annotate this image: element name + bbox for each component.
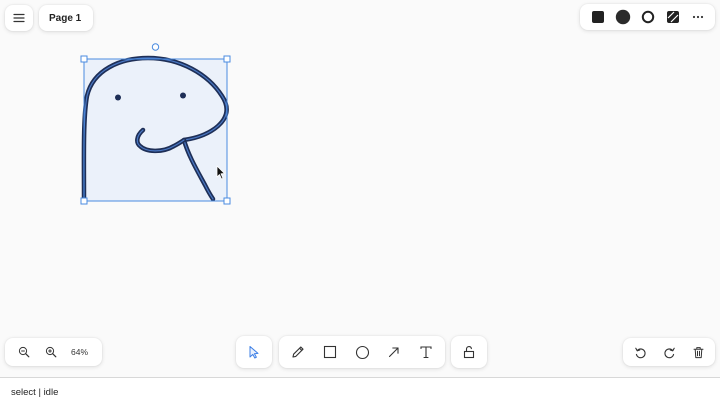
rotate-handle[interactable] [151, 43, 160, 51]
resize-handle-top-left[interactable] [80, 55, 88, 63]
pencil-icon[interactable] [283, 337, 313, 367]
drawing-eye-left [115, 94, 121, 101]
undo-icon[interactable] [626, 339, 654, 365]
drawing-eye-right [180, 92, 186, 99]
hamburger-menu-icon[interactable] [6, 6, 32, 30]
trash-icon[interactable] [684, 339, 712, 365]
page-label: Page 1 [49, 12, 82, 24]
selected-drawing[interactable] [81, 55, 229, 202]
arrow-icon[interactable] [379, 337, 409, 367]
drawing-tools-panel [279, 336, 445, 368]
zoom-out-icon[interactable] [11, 339, 37, 365]
lock-tool-panel [451, 336, 487, 368]
outline-circle-icon[interactable] [636, 5, 659, 29]
redo-icon[interactable] [655, 339, 683, 365]
lock-icon[interactable] [454, 337, 484, 367]
ellipse-icon[interactable] [347, 337, 377, 367]
status-text: select | idle [11, 386, 59, 398]
resize-handle-bottom-right[interactable] [223, 197, 231, 205]
resize-handle-top-right[interactable] [223, 55, 231, 63]
striped-fill-icon[interactable] [661, 5, 684, 29]
drawing-canvas[interactable] [0, 0, 720, 377]
zoom-panel: 64% [5, 338, 103, 366]
status-bar: select | idle [0, 377, 720, 406]
select-arrow-icon[interactable] [239, 337, 269, 367]
style-panel [580, 4, 715, 30]
page-menu-button[interactable]: Page 1 [39, 5, 94, 31]
more-options-icon[interactable] [686, 5, 709, 29]
filled-square-icon[interactable] [586, 5, 609, 29]
history-panel [623, 338, 715, 366]
zoom-level[interactable]: 64% [65, 347, 96, 357]
select-tool-panel [236, 336, 272, 368]
rectangle-icon[interactable] [315, 337, 345, 367]
zoom-in-icon[interactable] [38, 339, 64, 365]
main-menu-panel [5, 5, 33, 31]
text-icon[interactable] [411, 337, 441, 367]
filled-circle-icon[interactable] [611, 5, 634, 29]
resize-handle-bottom-left[interactable] [80, 197, 88, 205]
